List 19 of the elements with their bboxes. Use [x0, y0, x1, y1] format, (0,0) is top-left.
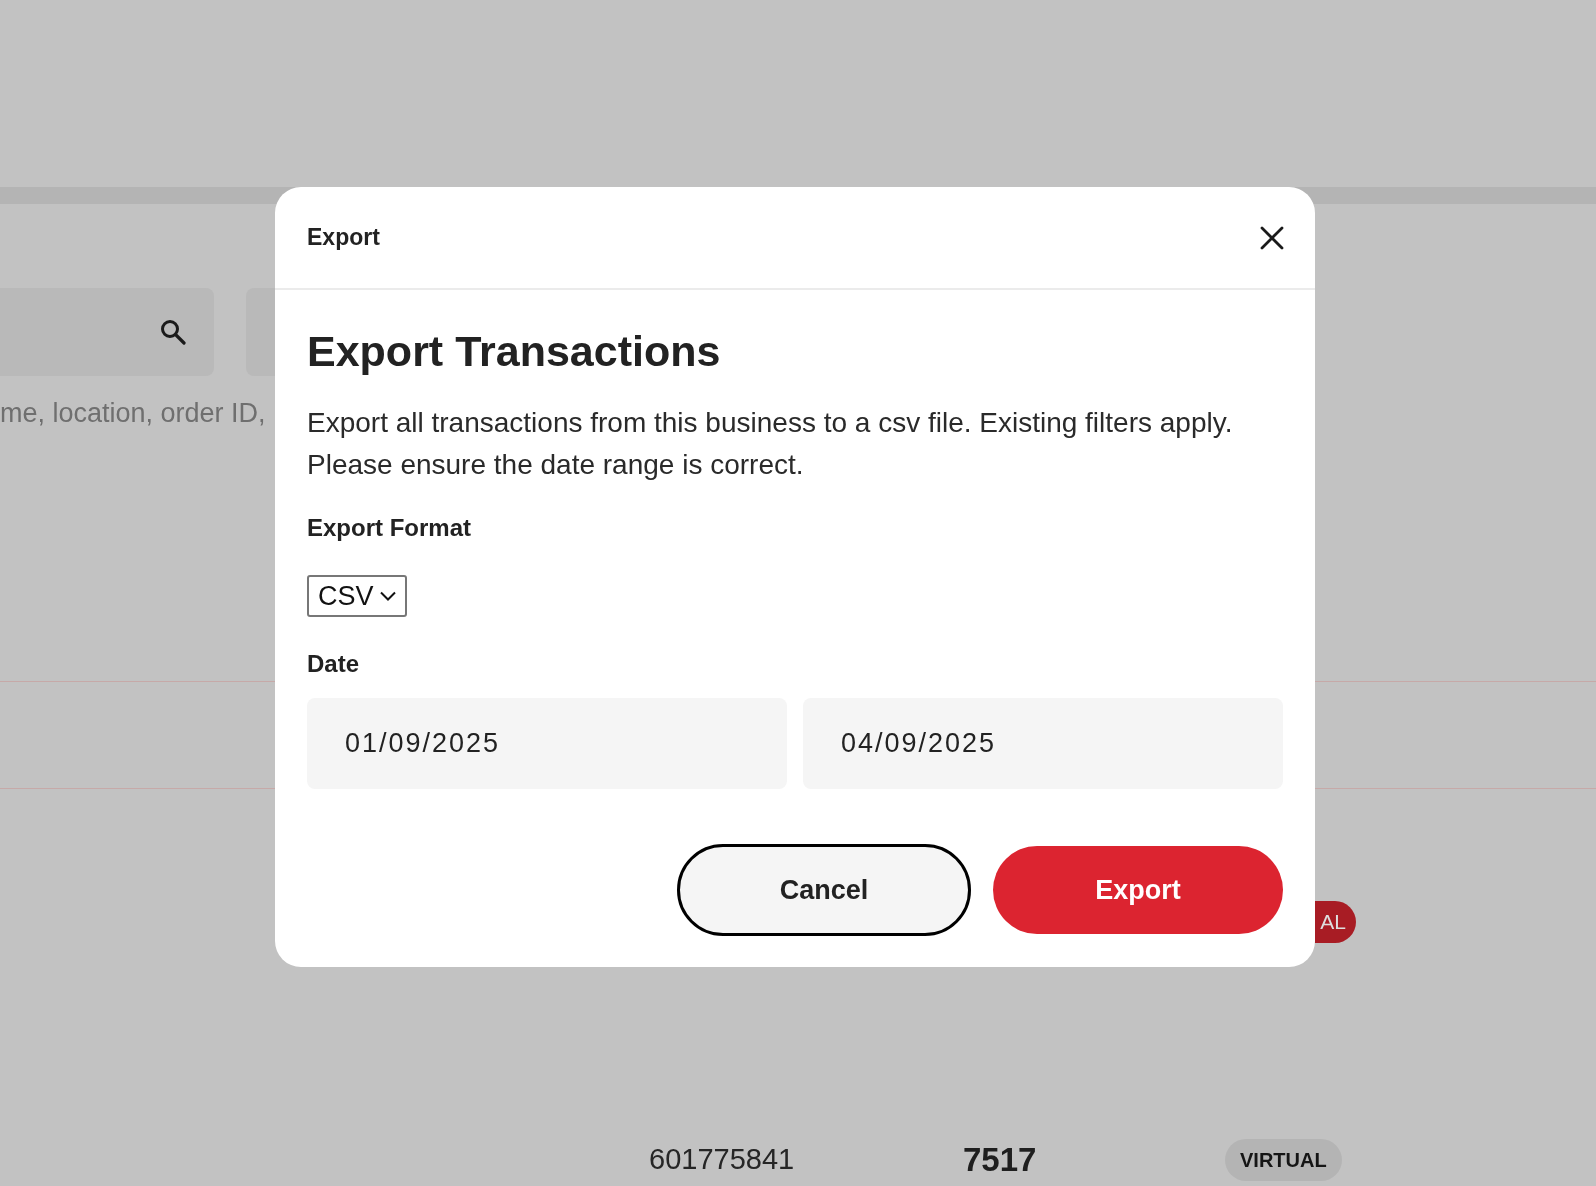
status-badge: AL	[1315, 901, 1356, 943]
export-button[interactable]: Export	[993, 846, 1283, 934]
chevron-down-icon	[379, 591, 396, 601]
format-dropdown[interactable]: CSV	[307, 575, 407, 617]
dialog-title: Export Transactions	[307, 327, 721, 375]
date-field[interactable]: 04/09/2025	[803, 698, 1283, 789]
date-field[interactable]: 01/09/2025	[307, 698, 787, 789]
field-label: Date	[307, 649, 360, 679]
close-icon	[1260, 225, 1284, 250]
search-icon	[160, 319, 186, 345]
field-label: Export Format	[307, 513, 471, 543]
dialog-header-title: Export	[307, 223, 380, 253]
table-cell-text: 601775841	[649, 1142, 795, 1178]
search-hint: me, location, order ID,	[0, 398, 266, 428]
cancel-button[interactable]: Cancel	[677, 844, 971, 936]
type-badge: VIRTUAL	[1225, 1139, 1342, 1181]
table-cell-text: 7517	[963, 1140, 1037, 1181]
search-field[interactable]	[0, 288, 214, 376]
dialog-description: Export all transactions from this business to a csv file. Existing filters apply. Please ensure the date range is correct.	[307, 406, 1234, 482]
